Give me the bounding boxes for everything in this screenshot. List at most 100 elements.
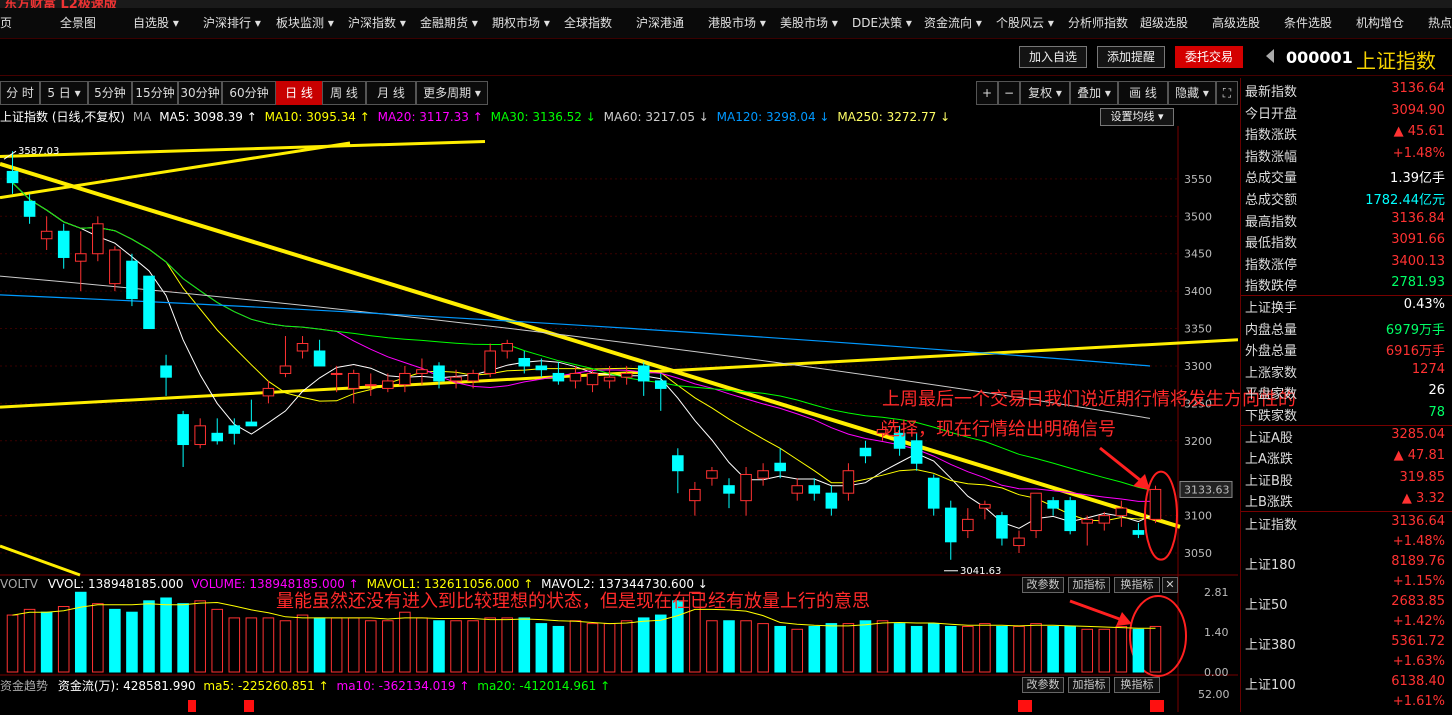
volume-bar xyxy=(552,625,565,673)
index-pct: +1.42% xyxy=(1392,614,1445,629)
quote-label: 最高指数 xyxy=(1245,214,1298,230)
menu-item-15[interactable]: 分析师指数 xyxy=(1068,14,1128,31)
candle xyxy=(996,515,1008,539)
volume-bar xyxy=(774,625,786,673)
stock-toolbar: 加入自选 添加提醒 委托交易 xyxy=(0,39,1452,76)
index-row[interactable]: 上证指数 3136.64 xyxy=(1245,514,1445,535)
index-pct: +1.15% xyxy=(1392,574,1445,589)
candle xyxy=(416,369,428,374)
chart-tool-1[interactable]: − xyxy=(998,81,1020,105)
volume-bar xyxy=(1132,628,1145,673)
period-tab-6[interactable]: 日 线 xyxy=(276,81,322,105)
chart-tool-4[interactable]: 画 线 xyxy=(1118,81,1168,105)
period-tab-4[interactable]: 30分钟 xyxy=(178,81,222,105)
chart-tool-5[interactable]: 隐藏 ▾ xyxy=(1168,81,1216,105)
period-tab-9[interactable]: 更多周期 ▾ xyxy=(416,81,488,105)
fund-ma20-value: ma20: -412014.961 ↑ xyxy=(477,679,611,693)
quote-label: 下跌家数 xyxy=(1245,409,1298,424)
chart-tool-2[interactable]: 复权 ▾ xyxy=(1020,81,1070,105)
volume-tick: 2.81 xyxy=(1204,586,1229,599)
candle xyxy=(1098,515,1111,524)
ma5-line xyxy=(12,182,1156,529)
period-tab-8[interactable]: 月 线 xyxy=(366,81,416,105)
volume-bar xyxy=(126,611,138,673)
candle xyxy=(1064,500,1076,532)
price-tick: 3100 xyxy=(1184,510,1212,523)
candle xyxy=(109,249,121,285)
menu-item-20[interactable]: 热点 xyxy=(1428,14,1452,31)
trade-button[interactable]: 委托交易 xyxy=(1175,46,1243,68)
quote-panel: 最新指数 3136.64 今日开盘 3094.90 指数涨跌 ▲ 45.61 指数涨幅 +1.… xyxy=(1240,78,1452,712)
prev-stock-icon[interactable] xyxy=(1266,49,1274,63)
index-row[interactable]: 上证100 6138.40 xyxy=(1245,674,1445,695)
menu-item-13[interactable]: 资金流向 ▾ xyxy=(924,14,982,31)
candle xyxy=(467,372,479,382)
index-row[interactable]: 上证380 5361.72 xyxy=(1245,634,1445,655)
main-menu: 页 全景图 自选股 ▾ 沪深排行 ▾ 板块监测 ▾ 沪深指数 ▾ 金融期货 ▾ 期权市场 ▾ 全… xyxy=(0,8,1452,39)
fund-edit-params-button[interactable]: 改参数 xyxy=(1022,677,1064,693)
volume-bar xyxy=(211,608,224,673)
volume-bar xyxy=(569,620,582,673)
chart-tool-0[interactable]: + xyxy=(976,81,998,105)
quote-label: 指数涨跌 xyxy=(1245,128,1298,144)
menu-item-3[interactable]: 沪深排行 ▾ xyxy=(203,14,261,31)
chart-tool-3[interactable]: 叠加 ▾ xyxy=(1070,81,1118,105)
candle xyxy=(1149,488,1162,520)
volume-edit-params-button[interactable]: 改参数 xyxy=(1022,577,1064,593)
quote-row: 上涨家数 1274 xyxy=(1245,362,1445,383)
menu-item-10[interactable]: 港股市场 ▾ xyxy=(708,14,766,31)
volume-bar xyxy=(825,623,838,673)
menu-item-14[interactable]: 个股风云 ▾ xyxy=(996,14,1054,31)
chart-tool-6[interactable]: ⛶ xyxy=(1216,81,1238,105)
menu-item-12[interactable]: DDE决策 ▾ xyxy=(852,14,912,31)
candle xyxy=(143,275,155,330)
index-value: 8189.76 xyxy=(1391,554,1445,569)
menu-item-18[interactable]: 条件选股 xyxy=(1284,14,1332,31)
candle xyxy=(774,462,786,472)
menu-item-5[interactable]: 沪深指数 ▾ xyxy=(348,14,406,31)
index-row[interactable]: 上证50 2683.85 xyxy=(1245,594,1445,615)
index-name: 上证指数 xyxy=(1245,518,1298,533)
menu-item-19[interactable]: 机构增仓 xyxy=(1356,14,1404,31)
menu-item-17[interactable]: 高级选股 xyxy=(1212,14,1260,31)
ma-settings-button[interactable]: 设置均线 ▾ xyxy=(1100,108,1174,126)
quote-label: 上涨家数 xyxy=(1245,365,1298,381)
menu-item-6[interactable]: 金融期货 ▾ xyxy=(420,14,478,31)
period-tab-3[interactable]: 15分钟 xyxy=(132,81,178,105)
ma20-value: MA20: 3117.33 ↑ xyxy=(377,110,483,124)
menu-item-2[interactable]: 自选股 ▾ xyxy=(133,14,179,31)
candle xyxy=(791,485,804,494)
index-value: 5361.72 xyxy=(1391,634,1445,649)
quote-value: 6979万手 xyxy=(1385,322,1445,338)
fund-swap-indicator-button[interactable]: 换指标 xyxy=(1114,677,1160,693)
menu-item-7[interactable]: 期权市场 ▾ xyxy=(492,14,550,31)
menu-item-4[interactable]: 板块监测 ▾ xyxy=(276,14,334,31)
menu-item-9[interactable]: 沪深港通 xyxy=(636,14,684,31)
period-tab-0[interactable]: 分 时 xyxy=(0,81,40,105)
divider xyxy=(1241,511,1452,512)
add-watchlist-button[interactable]: 加入自选 xyxy=(1019,46,1087,68)
menu-item-11[interactable]: 美股市场 ▾ xyxy=(780,14,838,31)
period-tab-5[interactable]: 60分钟 xyxy=(222,81,276,105)
quote-label: 指数涨停 xyxy=(1245,257,1298,273)
fund-add-indicator-button[interactable]: 加指标 xyxy=(1068,677,1110,693)
candle xyxy=(296,343,309,352)
index-row[interactable]: 上证180 8189.76 xyxy=(1245,554,1445,575)
menu-item-0[interactable]: 页 xyxy=(0,14,12,31)
candle xyxy=(603,376,616,382)
candle xyxy=(757,470,769,479)
volume-bar xyxy=(23,608,36,673)
volume-bar xyxy=(842,623,855,673)
volume-bar xyxy=(620,620,633,673)
add-alert-button[interactable]: 添加提醒 xyxy=(1097,46,1165,68)
price-tick: 3200 xyxy=(1184,435,1212,448)
menu-item-1[interactable]: 全景图 xyxy=(60,14,96,31)
period-tab-1[interactable]: 5 日 ▾ xyxy=(40,81,88,105)
volume-add-indicator-button[interactable]: 加指标 xyxy=(1068,577,1110,593)
volume-close-icon[interactable]: ✕ xyxy=(1162,577,1178,593)
menu-item-8[interactable]: 全球指数 xyxy=(564,14,612,31)
period-tab-2[interactable]: 5分钟 xyxy=(88,81,132,105)
menu-item-16[interactable]: 超级选股 xyxy=(1140,14,1188,31)
volume-swap-indicator-button[interactable]: 换指标 xyxy=(1114,577,1160,593)
period-tab-7[interactable]: 周 线 xyxy=(322,81,366,105)
